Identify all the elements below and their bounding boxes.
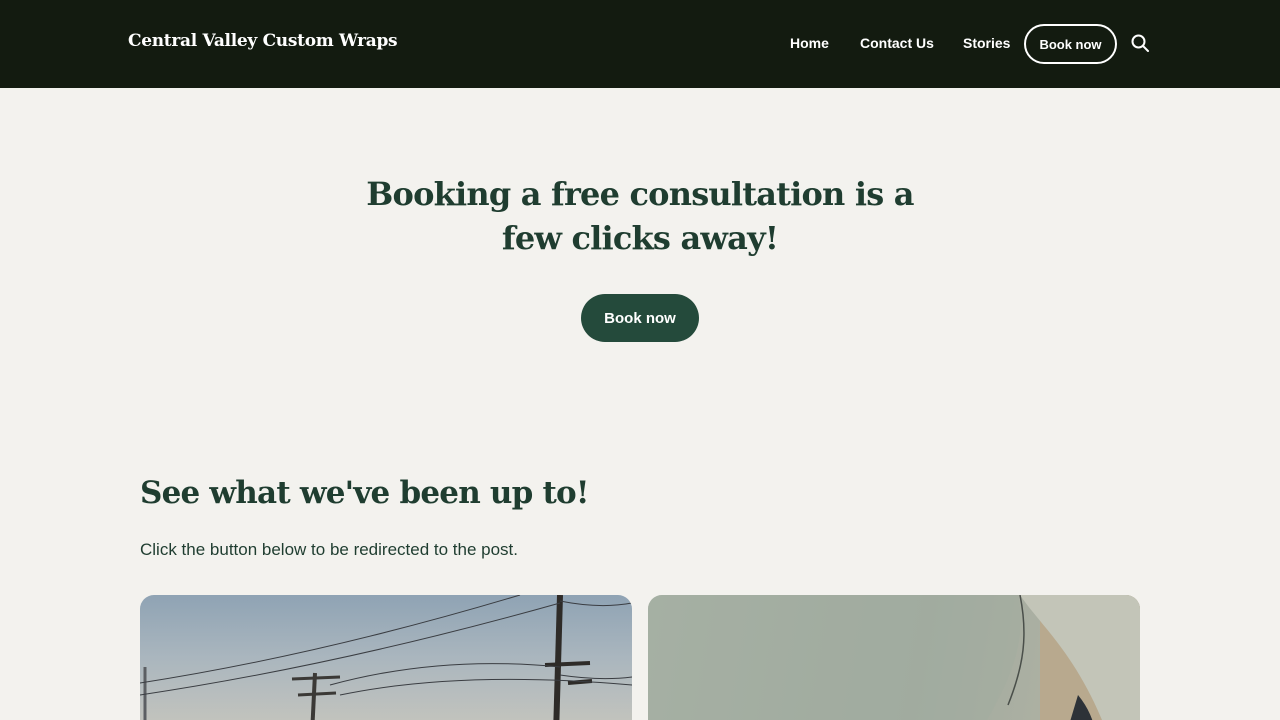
power-lines-photo	[140, 595, 632, 720]
car-hood-photo	[648, 595, 1140, 720]
hero-book-now-button[interactable]: Book now	[581, 294, 699, 342]
story-card-image-car-hood[interactable]	[648, 595, 1140, 720]
site-logo[interactable]: Central Valley Custom Wraps	[128, 31, 398, 51]
hero-title: Booking a free consultation is a few cli…	[340, 172, 940, 260]
site-header: Central Valley Custom Wraps Home Contact…	[0, 0, 1280, 88]
nav-book-now-button[interactable]: Book now	[1024, 24, 1117, 64]
nav-home-link[interactable]: Home	[790, 35, 829, 51]
nav-contact-link[interactable]: Contact Us	[860, 35, 934, 51]
nav-stories-link[interactable]: Stories	[963, 35, 1010, 51]
search-icon-glyph	[1131, 34, 1149, 52]
search-icon[interactable]	[1130, 33, 1150, 53]
stories-subtitle: Click the button below to be redirected …	[140, 540, 519, 559]
story-card-image-power-lines[interactable]	[140, 595, 632, 720]
hero-title-line-1: Booking a free consultation is a	[366, 175, 914, 213]
stories-title: See what we've been up to!	[140, 475, 590, 511]
hero-title-line-2: few clicks away!	[501, 219, 779, 257]
